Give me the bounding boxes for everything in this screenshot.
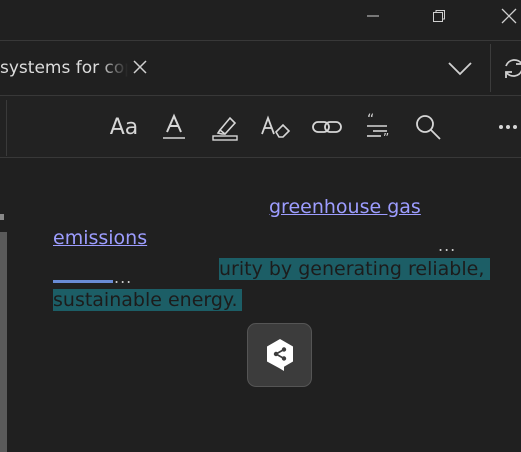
clear-format-button[interactable] xyxy=(257,110,293,144)
toolbar-edge xyxy=(6,100,7,156)
highlight-icon xyxy=(212,116,238,141)
highlight-span-1: urity by generating reliable, xyxy=(219,258,491,280)
quote-icon: “ ” xyxy=(367,112,389,142)
highlight-span-2: sustainable energy. xyxy=(53,289,242,311)
search-icon xyxy=(416,115,441,140)
tab-title: systems for cop xyxy=(0,58,128,78)
minimize-button[interactable] xyxy=(350,0,396,32)
title-bar xyxy=(0,0,521,40)
link-greenhouse-gas[interactable]: greenhouse gas xyxy=(269,192,421,223)
quote-button[interactable]: “ ” xyxy=(360,110,396,144)
chevron-down-icon[interactable] xyxy=(446,59,474,79)
text-options-button[interactable]: Aa xyxy=(106,110,142,144)
clear-format-icon xyxy=(261,115,291,138)
close-icon[interactable] xyxy=(131,58,149,76)
svg-text:”: ” xyxy=(383,131,389,142)
highlight-button[interactable] xyxy=(207,110,243,144)
restore-icon xyxy=(433,10,445,22)
more-icon[interactable]: ... xyxy=(438,236,456,255)
scrollbar[interactable] xyxy=(0,232,7,452)
close-window-button[interactable] xyxy=(486,0,521,32)
highlighted-text-line1: urity by generating reliable, xyxy=(219,254,491,285)
link-text-part1[interactable]: greenhouse gas xyxy=(269,196,421,218)
restore-button[interactable] xyxy=(416,0,462,32)
text-size-icon: Aa xyxy=(109,114,139,140)
more-icon xyxy=(499,125,517,129)
deepl-logo-icon xyxy=(266,339,293,371)
refresh-icon[interactable] xyxy=(502,56,521,80)
tab-active[interactable]: systems for cop xyxy=(0,41,160,96)
link-icon xyxy=(312,121,342,133)
tab-bar: systems for cop xyxy=(0,40,521,96)
font-color-button[interactable] xyxy=(156,110,192,144)
highlighted-text-line2: sustainable energy. xyxy=(53,285,242,316)
scroll-marker xyxy=(0,214,4,220)
link-text-part2[interactable]: emissions xyxy=(53,227,147,249)
search-button[interactable] xyxy=(410,110,446,144)
close-icon xyxy=(501,8,517,24)
deepl-translate-button[interactable] xyxy=(247,323,312,387)
tab-divider xyxy=(490,44,491,92)
selection-indicator xyxy=(53,280,113,283)
more-options-button[interactable] xyxy=(490,110,521,144)
font-color-icon xyxy=(163,113,185,139)
link-emissions[interactable]: emissions xyxy=(53,223,147,254)
link-button[interactable] xyxy=(309,110,345,144)
minimize-icon xyxy=(367,15,379,17)
